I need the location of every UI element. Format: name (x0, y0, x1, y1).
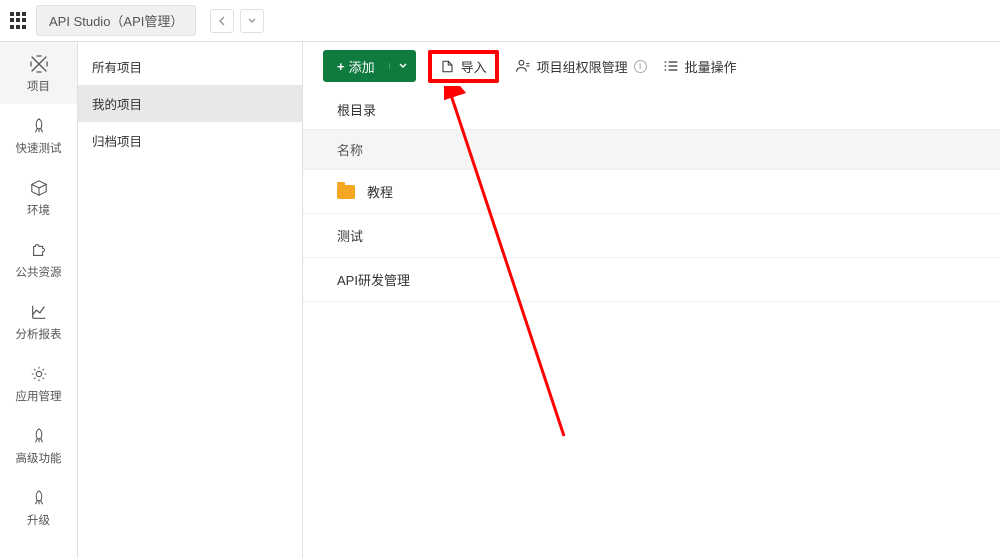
puzzle-icon (29, 240, 49, 260)
row-name: 教程 (367, 182, 393, 201)
permissions-button[interactable]: 项目组权限管理 i (515, 57, 647, 76)
sidebar-item-label: 分析报表 (16, 326, 62, 342)
batch-label: 批量操作 (685, 57, 737, 76)
batch-button[interactable]: 批量操作 (663, 57, 737, 76)
root-directory-label: 根目录 (303, 90, 1000, 129)
nav-back-button[interactable] (210, 9, 234, 33)
sidebar-item-label: 项目 (27, 78, 50, 94)
table-row[interactable]: API研发管理 (303, 258, 1000, 302)
sidebar-item-analytics[interactable]: 分析报表 (0, 290, 77, 352)
import-icon (440, 59, 455, 74)
sidebar-item-label: 应用管理 (16, 388, 62, 404)
info-icon: i (634, 60, 647, 73)
add-button-label: 添加 (349, 57, 375, 76)
sidebar-item-label: 公共资源 (16, 264, 62, 280)
folder-icon (337, 185, 355, 199)
top-bar: API Studio（API管理） (0, 0, 1000, 42)
toolbar: + 添加 导入 项目组权限管理 i (303, 42, 1000, 90)
main-area: + 添加 导入 项目组权限管理 i (303, 42, 1000, 558)
table-row[interactable]: 测试 (303, 214, 1000, 258)
sidebar-item-upgrade[interactable]: 升级 (0, 476, 77, 538)
sidebar-item-advanced[interactable]: 高级功能 (0, 414, 77, 476)
sidebar-wide: 所有项目 我的项目 归档项目 (78, 42, 303, 558)
sidebar-item-label: 升级 (27, 512, 50, 528)
sidebar-item-label: 环境 (27, 202, 50, 218)
sidebar-item-project[interactable]: 项目 (0, 42, 77, 104)
rocket-icon (29, 488, 49, 508)
sidebar-item-public-resources[interactable]: 公共资源 (0, 228, 77, 290)
gear-icon (29, 364, 49, 384)
column-header-name: 名称 (303, 129, 1000, 170)
sidebar-wide-item-mine[interactable]: 我的项目 (78, 85, 302, 122)
add-button[interactable]: + 添加 (323, 50, 416, 82)
app-grid-icon[interactable] (10, 12, 28, 30)
import-button[interactable]: 导入 (428, 50, 499, 83)
breadcrumb-app-title[interactable]: API Studio（API管理） (36, 5, 196, 36)
sidebar-item-environment[interactable]: 环境 (0, 166, 77, 228)
sidebar-item-label: 快速测试 (16, 140, 62, 156)
import-button-label: 导入 (461, 57, 487, 76)
chart-icon (29, 302, 49, 322)
plus-icon: + (337, 59, 345, 74)
nav-controls (210, 9, 264, 33)
rocket-icon (29, 116, 49, 136)
permissions-label: 项目组权限管理 (537, 57, 628, 76)
row-name: 测试 (337, 226, 363, 245)
user-icon (515, 58, 531, 74)
sidebar-item-label: 高级功能 (16, 450, 62, 466)
pencil-cross-icon (29, 54, 49, 74)
nav-dropdown-button[interactable] (240, 9, 264, 33)
sidebar-item-app-manage[interactable]: 应用管理 (0, 352, 77, 414)
rocket-icon (29, 426, 49, 446)
sidebar-narrow: 项目 快速测试 环境 公共资源 分析报表 (0, 42, 78, 558)
sidebar-wide-item-all[interactable]: 所有项目 (78, 48, 302, 85)
row-name: API研发管理 (337, 270, 410, 289)
cube-icon (29, 178, 49, 198)
sidebar-item-quick-test[interactable]: 快速测试 (0, 104, 77, 166)
sidebar-wide-item-archived[interactable]: 归档项目 (78, 122, 302, 159)
list-icon (663, 59, 679, 73)
add-button-caret[interactable] (389, 63, 416, 69)
table-row[interactable]: 教程 (303, 170, 1000, 214)
